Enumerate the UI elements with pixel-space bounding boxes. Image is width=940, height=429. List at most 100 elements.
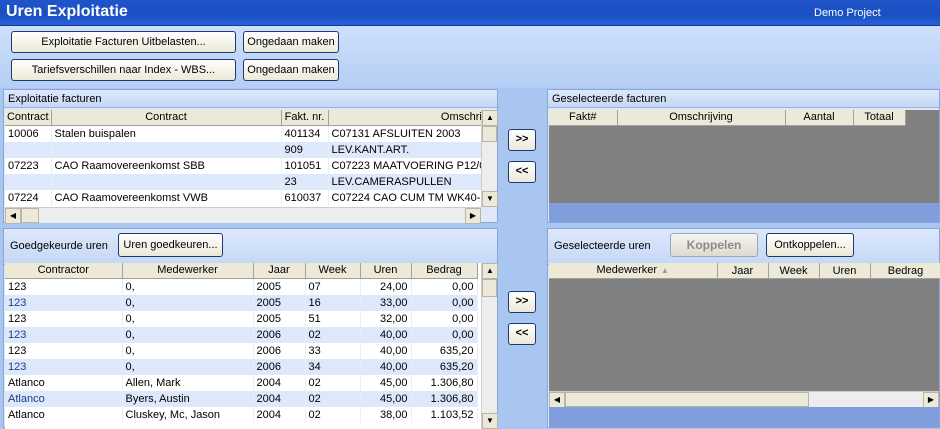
col-header-contract[interactable]: Contract — [5, 110, 52, 126]
table-cell: 0, — [122, 310, 254, 327]
col-header-fakt[interactable]: Fakt# — [549, 110, 618, 126]
scroll-thumb[interactable] — [482, 126, 497, 142]
table-row[interactable]: 23 LEV.CAMERASPULLEN — [5, 173, 481, 190]
col-header-week[interactable]: Week — [768, 263, 820, 279]
panel-title: Exploitatie facturen — [4, 90, 497, 108]
scroll-left-icon[interactable]: ◀ — [549, 392, 565, 408]
col-header-week[interactable]: Week — [305, 263, 361, 279]
scroll-right-icon[interactable]: ▶ — [923, 392, 939, 408]
ongedaan-maken-button-2[interactable]: Ongedaan maken — [243, 59, 339, 81]
goedgekeurde-grid: Contractor Medewerker Jaar Week Uren Bed… — [5, 263, 481, 429]
scroll-down-icon[interactable]: ▼ — [482, 191, 498, 207]
table-cell: 2005 — [253, 294, 306, 311]
move-uren-right-button[interactable]: >> — [508, 291, 536, 313]
move-uren-left-button[interactable]: << — [508, 323, 536, 345]
table-cell: C07224 CAO CUM TM WK40-20 — [328, 189, 481, 206]
scroll-thumb[interactable] — [482, 279, 497, 297]
table-cell: 33 — [305, 342, 361, 359]
table-cell: CAO Raamovereenkomst VWB — [51, 189, 282, 206]
exploitatie-horizontal-scrollbar[interactable]: ◀ ▶ — [5, 207, 481, 224]
goedgekeurde-uren-panel: Goedgekeurde uren Uren goedkeuren... Con… — [3, 228, 498, 429]
col-header-uren[interactable]: Uren — [360, 263, 412, 279]
table-row[interactable]: Atlanco Byers, Austin 2004 02 45,00 1.306,80 — [5, 390, 478, 407]
col-header-aantal[interactable]: Aantal — [785, 110, 854, 126]
table-row[interactable]: 07223 CAO Raamovereenkomst SBB 101051 C0722… — [5, 157, 481, 174]
table-cell: 2006 — [253, 326, 306, 343]
table-row[interactable]: 123 0, 2006 33 40,00 635,20 — [5, 342, 478, 359]
project-name: Demo Project — [814, 7, 881, 19]
table-row[interactable]: 123 0, 2006 02 40,00 0,00 — [5, 326, 478, 343]
tariefsverschillen-button[interactable]: Tariefsverschillen naar Index - WBS... — [11, 59, 236, 81]
exploitatie-facturen-panel: Exploitatie facturen Contract Contract F… — [3, 89, 498, 224]
col-header-medewerker[interactable]: Medewerker — [122, 263, 254, 279]
table-cell: 0,00 — [411, 310, 478, 327]
scroll-thumb[interactable] — [565, 392, 809, 407]
table-row[interactable]: 123 0, 2005 51 32,00 0,00 — [5, 310, 478, 327]
ontkoppelen-button[interactable]: Ontkoppelen... — [766, 233, 854, 257]
col-header-omschrijving[interactable]: Omschrijving — [617, 110, 786, 126]
goedgekeurde-vertical-scrollbar[interactable]: ▲ ▼ — [481, 263, 498, 429]
col-header-totaal[interactable]: Totaal — [853, 110, 906, 126]
scroll-up-icon[interactable]: ▲ — [482, 110, 498, 126]
table-cell: 123 — [5, 310, 123, 327]
table-cell: Cluskey, Mc, Jason — [122, 406, 254, 423]
table-cell: 51 — [305, 310, 361, 327]
koppelen-button[interactable]: Koppelen — [670, 233, 758, 257]
table-cell: 33,00 — [360, 294, 412, 311]
move-facturen-right-button[interactable]: >> — [508, 129, 536, 151]
table-cell: Atlanco — [5, 374, 123, 391]
col-header-medewerker[interactable]: Medewerker ▲ — [549, 263, 718, 279]
col-header-omschrijving[interactable]: Omschrijving — [328, 110, 481, 126]
table-cell: 0, — [122, 358, 254, 375]
uren-goedkeuren-button[interactable]: Uren goedkeuren... — [118, 233, 223, 257]
table-cell: 0, — [122, 342, 254, 359]
col-header-medewerker-label: Medewerker — [596, 264, 658, 276]
table-row[interactable]: 123 0, 2006 34 40,00 635,20 — [5, 358, 478, 375]
col-header-bedrag[interactable]: Bedrag — [870, 263, 940, 279]
table-row[interactable]: 123 0, 2005 07 24,00 0,00 — [5, 278, 478, 295]
table-cell: 0,00 — [411, 326, 478, 343]
scroll-right-icon[interactable]: ▶ — [465, 208, 481, 224]
sort-asc-icon: ▲ — [661, 266, 669, 275]
col-header-fakt-nr[interactable]: Fakt. nr. — [281, 110, 329, 126]
move-facturen-left-button[interactable]: << — [508, 161, 536, 183]
table-cell: Byers, Austin — [122, 390, 254, 407]
col-header-jaar[interactable]: Jaar — [253, 263, 306, 279]
panel-title: Goedgekeurde uren — [10, 240, 108, 252]
table-cell: 34 — [305, 358, 361, 375]
table-cell: 1.103,52 — [411, 406, 478, 423]
table-cell: 635,20 — [411, 342, 478, 359]
table-cell: 40,00 — [360, 358, 412, 375]
table-row[interactable]: 123 0, 2005 16 33,00 0,00 — [5, 294, 478, 311]
scroll-thumb[interactable] — [21, 208, 39, 223]
title-bar: Uren Exploitatie Demo Project — [0, 0, 940, 26]
scroll-up-icon[interactable]: ▲ — [482, 263, 498, 279]
table-cell: 24,00 — [360, 278, 412, 295]
exploitatie-facturen-uitbelasten-button[interactable]: Exploitatie Facturen Uitbelasten... — [11, 31, 236, 53]
table-row[interactable]: 07224 CAO Raamovereenkomst VWB 610037 C0722… — [5, 189, 481, 206]
col-header-uren[interactable]: Uren — [819, 263, 871, 279]
col-header-jaar[interactable]: Jaar — [717, 263, 769, 279]
table-row[interactable]: 909 LEV.KANT.ART. — [5, 141, 481, 158]
col-header-bedrag[interactable]: Bedrag — [411, 263, 478, 279]
toolbar: Exploitatie Facturen Uitbelasten... Onge… — [0, 26, 940, 88]
table-cell: LEV.KANT.ART. — [328, 141, 481, 158]
goedgekeurde-header: Goedgekeurde uren Uren goedkeuren... — [4, 229, 497, 265]
table-cell: 2005 — [253, 310, 306, 327]
table-cell: 02 — [305, 374, 361, 391]
scroll-down-icon[interactable]: ▼ — [482, 413, 498, 429]
geselecteerde-uren-horizontal-scrollbar[interactable]: ◀ ▶ — [549, 391, 939, 408]
table-cell — [5, 173, 52, 190]
table-cell: 16 — [305, 294, 361, 311]
table-cell: Atlanco — [5, 406, 123, 423]
scroll-left-icon[interactable]: ◀ — [5, 208, 21, 224]
col-header-contract-name[interactable]: Contract — [51, 110, 282, 126]
exploitatie-vertical-scrollbar[interactable]: ▲ ▼ — [481, 110, 498, 207]
table-row[interactable]: Atlanco Cluskey, Mc, Jason 2004 02 38,00 1.10… — [5, 406, 478, 423]
table-row[interactable]: Atlanco Allen, Mark 2004 02 45,00 1.306,80 — [5, 374, 478, 391]
table-row[interactable]: 10006 Stalen buispalen 401134 C07131 AFSLUI… — [5, 125, 481, 142]
col-header-contractor[interactable]: Contractor — [5, 263, 123, 279]
ongedaan-maken-button-1[interactable]: Ongedaan maken — [243, 31, 339, 53]
table-cell: 123 — [5, 278, 123, 295]
table-cell: 23 — [281, 173, 329, 190]
